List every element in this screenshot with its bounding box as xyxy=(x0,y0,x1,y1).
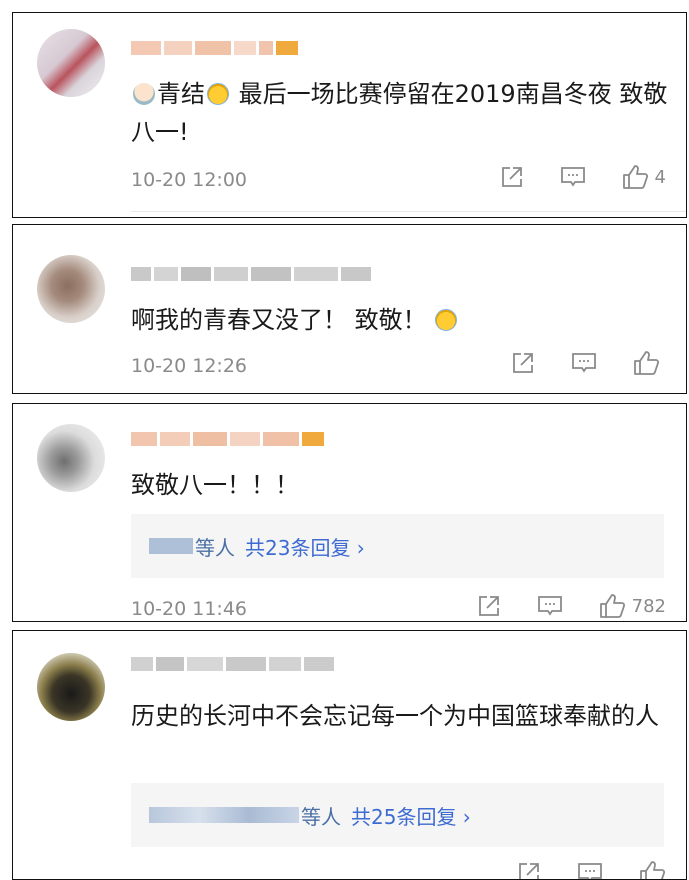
comment-button[interactable] xyxy=(576,860,604,879)
username-blurred[interactable] xyxy=(131,428,327,450)
username-blurred[interactable] xyxy=(131,653,337,675)
username-blurred[interactable] xyxy=(131,263,374,285)
comment-button[interactable] xyxy=(559,164,587,190)
avatar[interactable] xyxy=(37,653,105,721)
thumbs-up-icon xyxy=(622,165,648,189)
comment-time: 10-20 11:46 xyxy=(131,598,248,620)
action-bar xyxy=(482,859,666,879)
comment-card: 历史的长河中不会忘记每一个为中国篮球奉献的人 等人 共25条回复 › xyxy=(12,630,687,880)
action-bar xyxy=(476,349,660,377)
share-button[interactable] xyxy=(510,350,536,376)
comment-text: 致敬八一！！！ xyxy=(131,471,299,499)
action-bar: 782 xyxy=(442,592,666,620)
replies-preview[interactable]: 等人 共23条回复 › xyxy=(131,514,664,578)
comment-text: 青结 最后一场比赛停留在2019南昌冬夜 致敬八一! xyxy=(131,80,668,146)
comment-icon xyxy=(537,596,562,616)
like-button[interactable] xyxy=(638,859,666,879)
view-replies-link[interactable]: 共25条回复 › xyxy=(351,801,471,830)
reply-users-label: 等人 xyxy=(195,535,235,560)
comment-card: 致敬八一！！！ 等人 共23条回复 › 10-20 11:46 782 xyxy=(12,403,687,622)
comment-text: 啊我的青春又没了！ 致敬！ xyxy=(131,301,668,339)
like-count: 782 xyxy=(631,595,666,617)
divider xyxy=(131,211,686,212)
share-icon xyxy=(501,167,522,187)
comment-icon xyxy=(578,863,602,879)
share-button[interactable] xyxy=(476,593,502,619)
thumbs-up-icon xyxy=(599,594,625,618)
comment-card: 啊我的青春又没了！ 致敬！ 10-20 12:26 xyxy=(12,224,687,394)
like-count: 4 xyxy=(654,166,666,188)
comment-icon xyxy=(560,167,585,187)
share-button[interactable] xyxy=(499,164,525,190)
comment-icon xyxy=(572,353,596,373)
avatar[interactable] xyxy=(37,255,105,323)
share-icon xyxy=(478,596,499,616)
username-blurred[interactable] xyxy=(131,37,301,59)
thumbs-up-icon xyxy=(640,861,666,879)
like-button[interactable]: 4 xyxy=(621,163,666,191)
like-button[interactable]: 782 xyxy=(598,592,666,620)
reply-users-blurred xyxy=(149,538,193,554)
old-man-emoji-icon xyxy=(133,83,155,105)
comment-time: 10-20 12:00 xyxy=(131,169,248,191)
avatar[interactable] xyxy=(37,424,105,492)
view-replies-link[interactable]: 共23条回复 › xyxy=(245,532,365,561)
comment-card: 青结 最后一场比赛停留在2019南昌冬夜 致敬八一! 10-20 12:00 4 xyxy=(12,12,687,218)
action-bar: 4 xyxy=(465,163,666,191)
thumbs-up-icon xyxy=(634,351,660,375)
comment-button[interactable] xyxy=(570,350,598,376)
like-button[interactable] xyxy=(632,349,660,377)
crying-face-emoji-icon xyxy=(207,83,229,105)
comment-time: 10-20 12:26 xyxy=(131,355,248,377)
replies-preview[interactable]: 等人 共25条回复 › xyxy=(131,783,664,847)
comment-text: 历史的长河中不会忘记每一个为中国篮球奉献的人 xyxy=(131,702,659,730)
share-icon xyxy=(513,353,533,373)
share-icon xyxy=(519,863,539,879)
avatar[interactable] xyxy=(37,29,105,97)
share-button[interactable] xyxy=(516,860,542,879)
crying-face-emoji-icon xyxy=(434,309,457,331)
reply-users-blurred xyxy=(149,807,299,823)
reply-users-label: 等人 xyxy=(301,804,341,829)
comment-button[interactable] xyxy=(536,593,564,619)
